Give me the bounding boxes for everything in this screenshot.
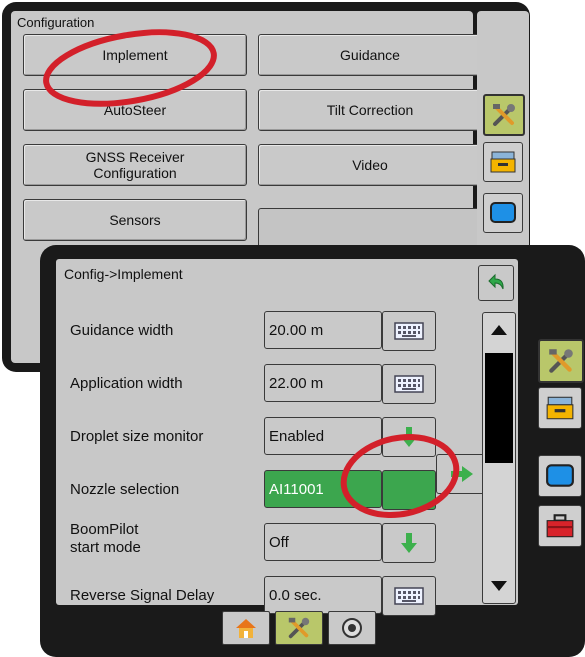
- data-tab-button[interactable]: [483, 142, 523, 182]
- gnss-label-line2: Configuration: [93, 165, 177, 181]
- config-tab-button[interactable]: [483, 94, 525, 136]
- bottom-tab-bar: [222, 611, 376, 645]
- folder-icon: [546, 396, 574, 420]
- nozzle-selection-next-button[interactable]: [436, 454, 488, 494]
- scroll-up-icon: [491, 325, 507, 335]
- boompilot-start-mode-label: BoomPilot start mode: [70, 521, 141, 557]
- empty-slot: [258, 208, 483, 249]
- back-button[interactable]: [478, 265, 514, 301]
- implement-config-title: Config->Implement: [64, 266, 183, 282]
- implement-button[interactable]: Implement: [23, 34, 247, 76]
- scroll-thumb[interactable]: [485, 353, 513, 463]
- video-button[interactable]: Video: [258, 144, 482, 186]
- config-tab-button[interactable]: [538, 339, 584, 383]
- guidance-width-keyboard-button[interactable]: [382, 311, 436, 351]
- implement-config-content: Config->Implement Guidance width 20.00 m…: [56, 259, 518, 616]
- boompilot-start-mode-value[interactable]: Off: [264, 523, 382, 561]
- application-width-label: Application width: [70, 375, 183, 392]
- application-width-value[interactable]: 22.00 m: [264, 364, 382, 402]
- droplet-size-monitor-value[interactable]: Enabled: [264, 417, 382, 455]
- data-tab-button[interactable]: [538, 387, 582, 429]
- reverse-signal-delay-label: Reverse Signal Delay: [70, 587, 215, 604]
- nozzle-selection-label: Nozzle selection: [70, 481, 180, 498]
- boompilot-label-line1: BoomPilot: [70, 521, 139, 538]
- autosteer-button[interactable]: AutoSteer: [23, 89, 247, 131]
- scroll-down-icon: [491, 581, 507, 591]
- droplet-size-monitor-dropdown-button[interactable]: [382, 417, 436, 457]
- keyboard-icon: [394, 587, 424, 605]
- front-side-toolbar: [524, 259, 585, 605]
- config-tab[interactable]: [275, 611, 323, 645]
- down-arrow-icon: [401, 533, 417, 553]
- reverse-signal-delay-keyboard-button[interactable]: [382, 576, 436, 616]
- sensors-button[interactable]: Sensors: [23, 199, 247, 241]
- boompilot-label-line2: start mode: [70, 539, 141, 556]
- tools-icon: [493, 104, 515, 126]
- implement-config-panel: Config->Implement Guidance width 20.00 m…: [40, 245, 585, 657]
- camera-tab[interactable]: [328, 611, 376, 645]
- camera-icon: [342, 618, 362, 638]
- screen-icon: [490, 202, 516, 223]
- scroll-up-button[interactable]: [483, 313, 515, 347]
- toolbox-tab-button[interactable]: [538, 505, 582, 547]
- keyboard-icon: [394, 322, 424, 340]
- home-tab[interactable]: [222, 611, 270, 645]
- scroll-down-button[interactable]: [483, 569, 515, 603]
- nozzle-selection-value[interactable]: AI11001: [264, 470, 382, 508]
- toolbox-icon: [546, 514, 574, 538]
- application-width-keyboard-button[interactable]: [382, 364, 436, 404]
- console-tab-button[interactable]: [538, 455, 582, 497]
- droplet-size-monitor-label: Droplet size monitor: [70, 428, 204, 445]
- tilt-correction-button[interactable]: Tilt Correction: [258, 89, 482, 131]
- reverse-signal-delay-value[interactable]: 0.0 sec.: [264, 576, 382, 614]
- console-tab-button[interactable]: [483, 193, 523, 233]
- nozzle-selection-dropdown-button[interactable]: [382, 470, 436, 510]
- tools-icon: [549, 349, 573, 373]
- guidance-button[interactable]: Guidance: [258, 34, 482, 76]
- scrollbar[interactable]: [482, 312, 516, 604]
- configuration-title: Configuration: [17, 15, 95, 30]
- guidance-width-label: Guidance width: [70, 322, 174, 339]
- right-arrow-icon: [451, 466, 473, 482]
- boompilot-start-mode-dropdown-button[interactable]: [382, 523, 436, 563]
- down-arrow-icon: [401, 427, 417, 447]
- undo-icon: [488, 273, 504, 290]
- gnss-receiver-configuration-button[interactable]: GNSS Receiver Configuration: [23, 144, 247, 186]
- home-icon: [236, 619, 256, 638]
- folder-icon: [490, 151, 516, 173]
- gnss-label-line1: GNSS Receiver: [85, 149, 185, 165]
- keyboard-icon: [394, 375, 424, 393]
- tools-icon: [288, 617, 310, 639]
- screen-icon: [546, 464, 574, 487]
- guidance-width-value[interactable]: 20.00 m: [264, 311, 382, 349]
